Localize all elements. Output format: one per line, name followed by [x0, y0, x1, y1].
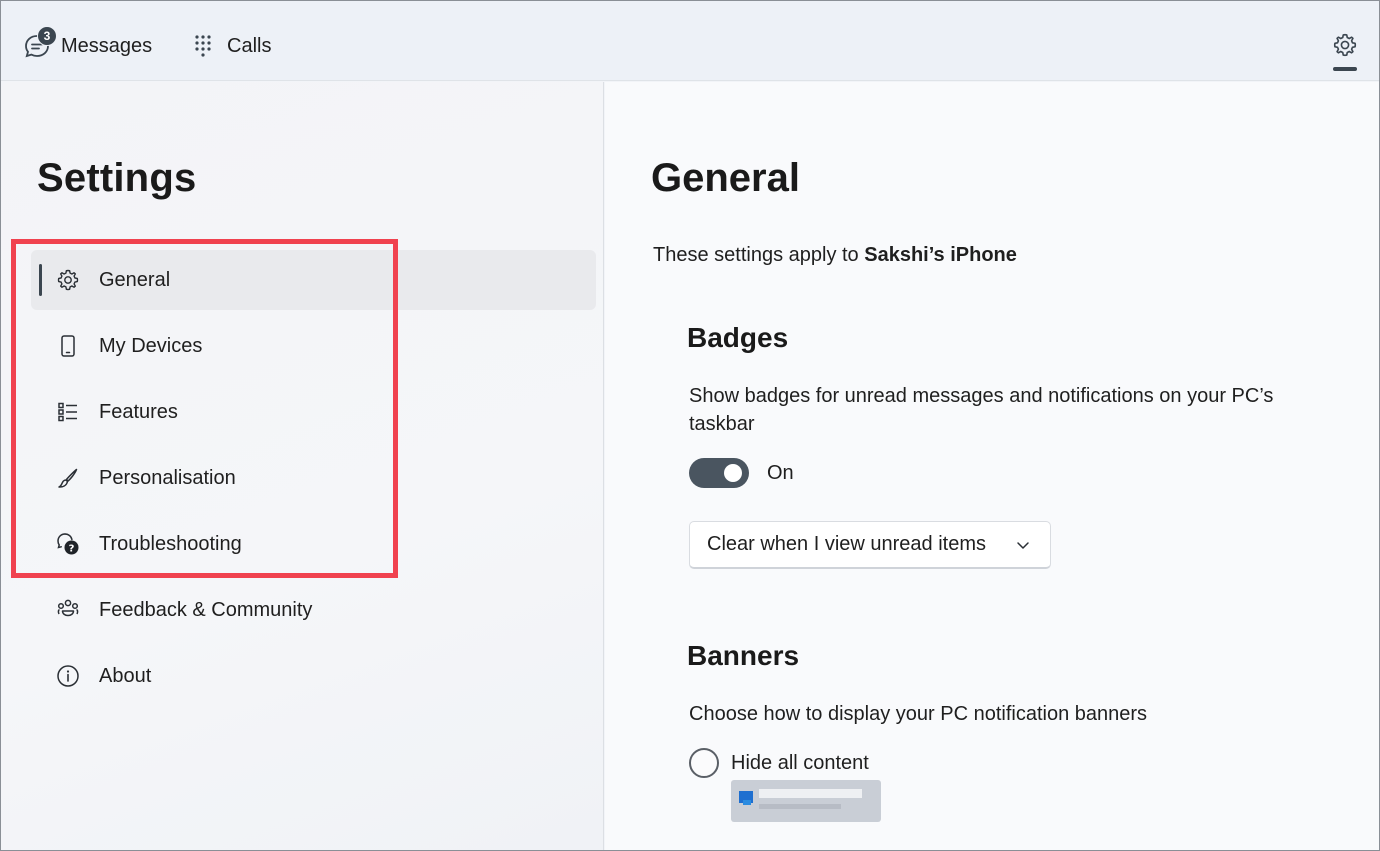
badges-toggle[interactable]	[689, 458, 749, 488]
hide-all-content-radio[interactable]	[689, 748, 719, 778]
gear-icon	[1333, 33, 1357, 57]
device-name: Sakshi’s iPhone	[864, 244, 1017, 266]
selected-indicator	[39, 264, 42, 296]
preview-placeholder-line	[759, 804, 841, 809]
tab-messages[interactable]: 3 Messages	[23, 23, 152, 69]
sidebar-item-troubleshooting[interactable]: ? Troubleshooting	[31, 514, 596, 574]
settings-content-pane: General These settings apply to Sakshi’s…	[605, 82, 1379, 850]
page-title: General	[651, 156, 800, 200]
gear-icon	[55, 267, 81, 293]
community-icon	[55, 597, 81, 623]
tab-calls-label: Calls	[227, 34, 272, 57]
chat-icon: 3	[23, 26, 57, 60]
banner-preview-image	[731, 780, 881, 822]
sidebar-item-label: Feedback & Community	[99, 598, 313, 621]
sidebar-item-label: My Devices	[99, 334, 203, 357]
sidebar-item-label: About	[99, 664, 152, 687]
unread-count-badge: 3	[37, 26, 57, 46]
preview-placeholder-line	[759, 789, 862, 798]
phone-link-window: 3 Messages Calls Settings General My Dev…	[0, 0, 1380, 851]
clear-badges-dropdown[interactable]: Clear when I view unread items	[689, 521, 1051, 569]
brush-icon	[55, 465, 81, 491]
badges-toggle-state: On	[767, 462, 794, 484]
banners-description: Choose how to display your PC notificati…	[689, 703, 1148, 725]
dropdown-selected-value: Clear when I view unread items	[707, 533, 987, 555]
sidebar-item-about[interactable]: About	[31, 646, 596, 706]
info-icon	[55, 663, 81, 689]
badges-section-title: Badges	[687, 322, 789, 353]
sidebar-item-feedback-community[interactable]: Feedback & Community	[31, 580, 596, 640]
app-icon-stand	[743, 800, 751, 805]
dialpad-icon	[189, 32, 217, 60]
badges-description: Show badges for unread messages and noti…	[689, 385, 1274, 435]
toggle-knob	[724, 464, 742, 482]
sidebar-item-general[interactable]: General	[31, 250, 596, 310]
sidebar-item-label: Features	[99, 400, 178, 423]
hide-all-content-label: Hide all content	[731, 752, 869, 774]
chevron-down-icon	[1014, 536, 1032, 554]
troubleshoot-icon: ?	[55, 531, 81, 557]
sidebar-item-personalisation[interactable]: Personalisation	[31, 448, 596, 508]
sidebar-item-label: General	[99, 268, 171, 291]
settings-button[interactable]	[1331, 31, 1359, 59]
sidebar-title: Settings	[37, 156, 197, 200]
phone-icon	[55, 333, 81, 359]
svg-text:?: ?	[69, 544, 75, 555]
sidebar-item-label: Personalisation	[99, 466, 236, 489]
sidebar-item-label: Troubleshooting	[99, 532, 242, 555]
top-navigation-bar: 3 Messages Calls	[1, 1, 1379, 81]
tab-messages-label: Messages	[61, 34, 153, 57]
banners-section-title: Banners	[687, 640, 800, 671]
sidebar-item-my-devices[interactable]: My Devices	[31, 316, 596, 376]
applies-to-text: These settings apply to Sakshi’s iPhone	[653, 244, 1017, 267]
active-tab-indicator	[1333, 67, 1357, 71]
list-icon	[55, 399, 81, 425]
tab-calls[interactable]: Calls	[189, 23, 271, 69]
settings-sidebar: Settings General My Devices Features Per…	[1, 82, 604, 850]
applies-prefix: These settings apply to	[653, 244, 865, 266]
sidebar-item-features[interactable]: Features	[31, 382, 596, 442]
